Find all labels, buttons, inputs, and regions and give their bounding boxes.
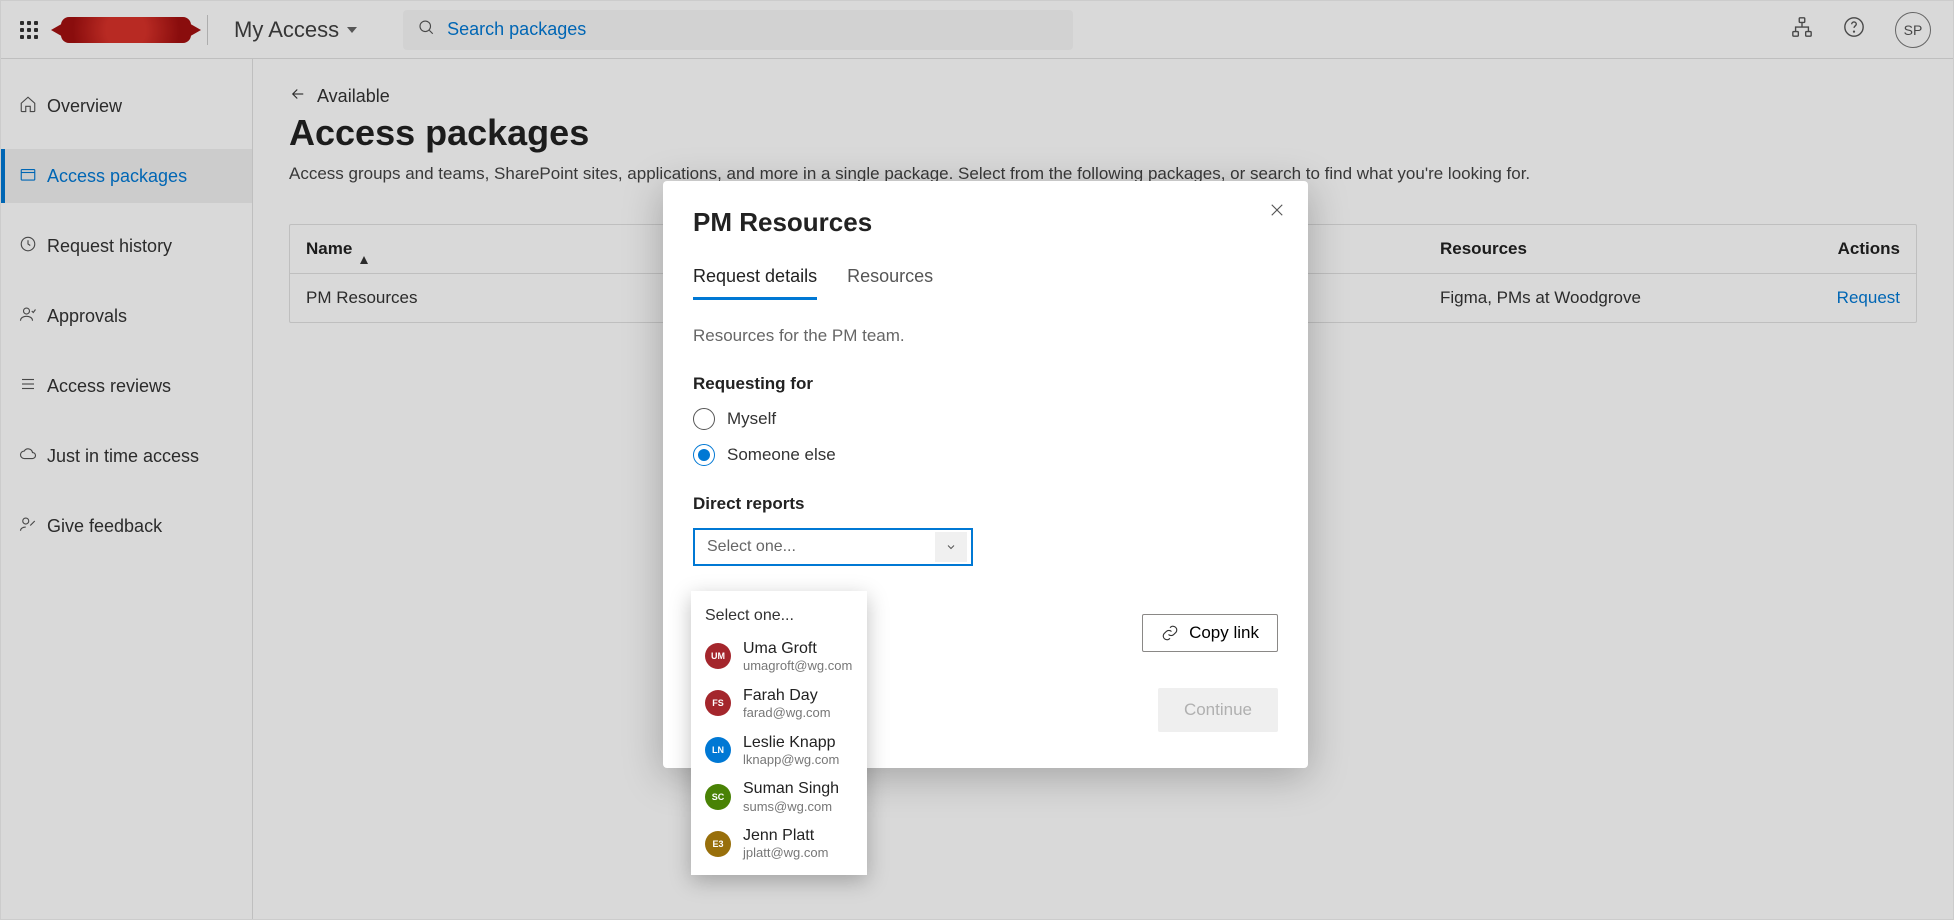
radio-myself[interactable]: Myself bbox=[693, 408, 1278, 430]
person-text: Jenn Platt jplatt@wg.com bbox=[743, 826, 828, 861]
modal-tabs: Request details Resources bbox=[693, 266, 1278, 300]
radio-icon bbox=[693, 408, 715, 430]
package-description: Resources for the PM team. bbox=[693, 326, 1278, 346]
person-text: Suman Singh sums@wg.com bbox=[743, 779, 839, 814]
radio-icon bbox=[693, 444, 715, 466]
tab-request-details[interactable]: Request details bbox=[693, 266, 817, 300]
dropdown-person[interactable]: UM Uma Groft umagroft@wg.com bbox=[691, 633, 867, 680]
person-email: umagroft@wg.com bbox=[743, 658, 852, 674]
radio-label: Someone else bbox=[727, 445, 836, 465]
person-text: Leslie Knapp lknapp@wg.com bbox=[743, 733, 839, 768]
dropdown-person[interactable]: LN Leslie Knapp lknapp@wg.com bbox=[691, 727, 867, 774]
copy-link-label: Copy link bbox=[1189, 623, 1259, 643]
chevron-down-icon bbox=[935, 532, 967, 562]
persona-coin: E3 bbox=[705, 831, 731, 857]
person-name: Suman Singh bbox=[743, 779, 839, 798]
person-name: Farah Day bbox=[743, 686, 831, 705]
dropdown-person[interactable]: SC Suman Singh sums@wg.com bbox=[691, 773, 867, 820]
person-name: Uma Groft bbox=[743, 639, 852, 658]
continue-button[interactable]: Continue bbox=[1158, 688, 1278, 732]
person-email: sums@wg.com bbox=[743, 799, 839, 815]
requesting-for-label: Requesting for bbox=[693, 374, 1278, 394]
modal-title: PM Resources bbox=[693, 207, 1278, 238]
persona-coin: LN bbox=[705, 737, 731, 763]
direct-reports-combobox[interactable]: Select one... bbox=[693, 528, 973, 566]
person-email: lknapp@wg.com bbox=[743, 752, 839, 768]
persona-coin: FS bbox=[705, 690, 731, 716]
persona-coin: SC bbox=[705, 784, 731, 810]
persona-coin: UM bbox=[705, 643, 731, 669]
person-text: Uma Groft umagroft@wg.com bbox=[743, 639, 852, 674]
direct-reports-label: Direct reports bbox=[693, 494, 1278, 514]
person-email: jplatt@wg.com bbox=[743, 845, 828, 861]
direct-reports-dropdown: Select one... UM Uma Groft umagroft@wg.c… bbox=[691, 591, 867, 875]
dropdown-person[interactable]: E3 Jenn Platt jplatt@wg.com bbox=[691, 820, 867, 867]
radio-someone-else[interactable]: Someone else bbox=[693, 444, 1278, 466]
copy-link-button[interactable]: Copy link bbox=[1142, 614, 1278, 652]
close-button[interactable] bbox=[1268, 201, 1286, 224]
person-name: Leslie Knapp bbox=[743, 733, 839, 752]
dropdown-placeholder[interactable]: Select one... bbox=[691, 599, 867, 633]
person-name: Jenn Platt bbox=[743, 826, 828, 845]
person-email: farad@wg.com bbox=[743, 705, 831, 721]
person-text: Farah Day farad@wg.com bbox=[743, 686, 831, 721]
combo-placeholder: Select one... bbox=[707, 538, 796, 556]
link-icon bbox=[1161, 624, 1179, 642]
dropdown-person[interactable]: FS Farah Day farad@wg.com bbox=[691, 680, 867, 727]
tab-resources[interactable]: Resources bbox=[847, 266, 933, 300]
radio-label: Myself bbox=[727, 409, 776, 429]
